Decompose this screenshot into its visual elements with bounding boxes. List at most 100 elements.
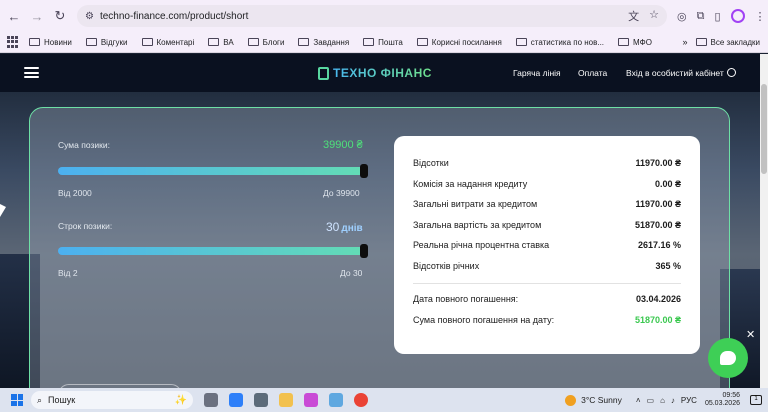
amount-min-label: Від 2000 xyxy=(58,188,92,198)
hamburger-menu-icon[interactable] xyxy=(24,67,39,78)
amount-label: Сума позики: xyxy=(58,140,110,150)
bookmark-zavdannia[interactable]: Завдання xyxy=(298,38,349,47)
copilot-icon[interactable] xyxy=(304,393,318,407)
term-unit: днів xyxy=(341,223,363,234)
store-icon[interactable] xyxy=(229,393,243,407)
amount-slider-track[interactable] xyxy=(58,167,364,175)
sidepanel-icon[interactable]: ▯ xyxy=(714,10,720,23)
menu-dots-icon[interactable]: ⋮ xyxy=(755,10,766,23)
apps-grid-icon[interactable] xyxy=(7,36,19,48)
summary-row: Загальні витрати за кредитом 11970.00 ₴ xyxy=(413,199,681,209)
sun-icon xyxy=(565,394,577,406)
due-date-label: Дата повного погашення: xyxy=(413,294,519,304)
folder-icon xyxy=(695,38,707,46)
bookmark-star-icon[interactable]: ☆ xyxy=(649,8,659,24)
system-tray: ˄ ▭ ⌂ ♪ РУС xyxy=(636,396,697,405)
summary-row-value: 365 % xyxy=(655,261,681,271)
summary-row-value: 0.00 ₴ xyxy=(654,179,681,189)
logo-mark-icon xyxy=(318,66,329,80)
bookmark-mfo[interactable]: МФО xyxy=(618,38,652,47)
nav-hotline[interactable]: Гаряча лінія xyxy=(513,68,561,78)
nav-login[interactable]: Вхід в особистий кабінет xyxy=(626,68,736,78)
task-view-icon[interactable] xyxy=(204,393,218,407)
taskbar-search[interactable]: ⌕ Пошук ✨ xyxy=(31,391,193,409)
notepad-icon[interactable] xyxy=(329,393,343,407)
summary-row-label: Загальна вартість за кредитом xyxy=(413,220,542,230)
site-info-icon[interactable]: ⚙ xyxy=(85,11,94,22)
all-bookmarks-button[interactable]: Все закладки xyxy=(695,38,760,47)
address-bar[interactable]: ⚙ techno-finance.com/product/short 文 ☆ xyxy=(77,5,667,27)
summary-row: Загальна вартість за кредитом 51870.00 ₴ xyxy=(413,220,681,230)
language-indicator[interactable]: РУС xyxy=(681,396,697,405)
logo-text: ТЕХНО ФІНАНС xyxy=(333,66,432,80)
translate-icon[interactable]: 文 xyxy=(628,8,639,24)
total-due-label: Сума повного погашення на дату: xyxy=(413,315,555,325)
page-scrollbar[interactable] xyxy=(760,54,768,388)
bookmark-komentari[interactable]: Коментарі xyxy=(141,38,194,47)
search-icon: ⌕ xyxy=(37,394,43,405)
file-explorer-icon[interactable] xyxy=(279,393,293,407)
term-value-group: 30 днів xyxy=(326,220,363,234)
scrollbar-thumb[interactable] xyxy=(761,84,767,174)
back-icon[interactable]: ← xyxy=(5,7,23,25)
notifications-icon[interactable]: 1 xyxy=(750,395,762,405)
folder-icon xyxy=(247,38,259,46)
network-icon[interactable]: ⌂ xyxy=(660,396,665,405)
nav-payment[interactable]: Оплата xyxy=(578,68,607,78)
term-slider-handle[interactable] xyxy=(360,244,368,258)
summary-row: Комісія за надання кредиту 0.00 ₴ xyxy=(413,179,681,189)
summary-row-label: Реальна річна процентна ставка xyxy=(413,240,550,250)
weather-temp: 3°C xyxy=(581,395,596,405)
summary-row-value: 11970.00 ₴ xyxy=(635,158,681,168)
mouse-cursor-icon xyxy=(0,204,6,217)
forward-icon[interactable]: → xyxy=(28,7,46,25)
folder-icon xyxy=(618,38,630,46)
summary-row: Реальна річна процентна ставка 2617.16 % xyxy=(413,240,681,250)
close-chat-icon[interactable]: ✕ xyxy=(746,328,755,341)
bookmarks-bar: Новини Відгуки Коментарі ВА Блоги Завдан… xyxy=(0,32,768,53)
profile-avatar-icon[interactable] xyxy=(730,9,745,23)
calculator-icon[interactable] xyxy=(254,393,268,407)
user-icon xyxy=(726,68,736,77)
battery-icon[interactable]: ▭ xyxy=(647,396,655,405)
clock[interactable]: 09:56 05.03.2026 xyxy=(705,392,740,408)
volume-icon[interactable]: ♪ xyxy=(671,396,675,405)
bookmark-statystyka[interactable]: статистика по нов... xyxy=(515,38,604,47)
bookmarks-overflow-button[interactable]: » xyxy=(683,37,688,47)
chevron-up-icon[interactable]: ˄ xyxy=(636,396,641,405)
clock-date: 05.03.2026 xyxy=(704,400,740,407)
due-date-row: Дата повного погашення: 03.04.2026 xyxy=(413,294,681,304)
clock-time: 09:56 xyxy=(722,391,740,399)
bookmark-vidguky[interactable]: Відгуки xyxy=(85,38,128,47)
reload-icon[interactable]: ↻ xyxy=(51,7,69,25)
bookmark-va[interactable]: ВА xyxy=(208,38,234,47)
folder-icon xyxy=(208,38,220,46)
camera-icon[interactable]: ◎ xyxy=(677,10,687,23)
amount-slider-handle[interactable] xyxy=(360,164,368,178)
extensions-icon[interactable]: ⧉ xyxy=(697,10,705,23)
total-due-row: Сума повного погашення на дату: 51870.00 … xyxy=(413,315,681,325)
bookmark-novyny[interactable]: Новини xyxy=(29,38,72,47)
folder-icon xyxy=(363,38,375,46)
chat-widget-button[interactable] xyxy=(708,338,748,378)
windows-start-icon[interactable] xyxy=(11,394,23,406)
site-logo[interactable]: ТЕХНО ФІНАНС xyxy=(318,66,432,80)
summary-row-value: 2617.16 % xyxy=(637,240,681,250)
bookmark-poshta[interactable]: Пошта xyxy=(363,38,403,47)
chrome-icon[interactable] xyxy=(354,393,368,407)
bookmark-blogy[interactable]: Блоги xyxy=(247,38,284,47)
amount-value: 39900 ₴ xyxy=(323,139,363,151)
summary-row: Відсотки 11970.00 ₴ xyxy=(413,158,681,168)
summary-row-value: 11970.00 ₴ xyxy=(635,199,681,209)
nav-login-label: Вхід в особистий кабінет xyxy=(626,68,724,78)
term-value: 30 xyxy=(326,220,340,234)
bookmark-korysni[interactable]: Корисні посилання xyxy=(416,38,502,47)
term-slider-track[interactable] xyxy=(58,247,364,255)
site-header: ТЕХНО ФІНАНС Гаряча лінія Оплата Вхід в … xyxy=(0,54,760,92)
term-max-label: До 30 xyxy=(340,268,363,278)
summary-row-label: Комісія за надання кредиту xyxy=(413,179,528,189)
term-min-label: Від 2 xyxy=(58,268,78,278)
weather-widget[interactable]: 3°C Sunny xyxy=(565,394,622,406)
amount-max-label: До 39900 xyxy=(323,188,360,198)
copilot-sparkle-icon: ✨ xyxy=(174,394,187,406)
